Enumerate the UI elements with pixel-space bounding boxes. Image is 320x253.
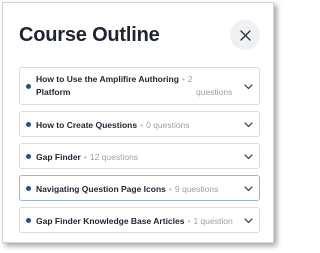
item-bullet [26,186,31,191]
outline-item-count: 9 questions [174,184,219,194]
close-icon [239,29,251,41]
separator: • [181,74,185,84]
outline-item-text: How to Create Questions • 0 questions [36,119,237,131]
outline-item-text: Navigating Question Page Icons • 9 questio… [36,183,237,195]
close-button[interactable] [230,20,260,50]
chevron-down-icon[interactable] [244,82,253,91]
chevron-down-icon[interactable] [244,184,253,193]
item-bullet [26,218,31,223]
chevron-down-icon[interactable] [244,216,253,225]
outline-list: How to Use the Amplifire Authoring • 2 Pla… [19,67,260,239]
outline-item-label-cont: Platform [36,87,71,97]
outline-item-count: 2 [187,74,193,84]
item-bullet [26,84,31,89]
outline-item-text-line2: Platform questions [36,86,237,98]
outline-item[interactable]: Navigating Question Page Icons • 9 questio… [19,175,260,201]
separator: • [168,184,172,194]
outline-item[interactable]: Gap Finder Knowledge Base Articles • 1 que… [19,207,260,233]
outline-item-label: Gap Finder [36,152,81,162]
outline-item-label: How to Create Questions [36,120,138,130]
outline-item-count: 0 questions [146,120,190,130]
outline-item[interactable]: Gap Finder • 12 questions [19,143,260,169]
separator: • [83,152,87,162]
course-outline-dialog: Course Outline How to Use the Amplifire … [2,2,274,243]
item-bullet [26,122,31,127]
outline-item-text: How to Use the Amplifire Authoring • 2 [36,73,237,85]
dialog-title: Course Outline [19,24,160,46]
outline-item[interactable]: How to Create Questions • 0 questions [19,111,260,137]
outline-item-text: Gap Finder • 12 questions [36,151,237,163]
outline-item-count: 1 question [193,216,233,226]
outline-item-count-cont: questions [196,87,233,97]
outline-item[interactable]: How to Use the Amplifire Authoring • 2 Pla… [19,67,260,105]
outline-item-label: Gap Finder Knowledge Base Articles [36,216,185,226]
separator: • [140,120,144,130]
outline-item-text: Gap Finder Knowledge Base Articles • 1 que… [36,215,237,227]
outline-item-label: How to Use the Amplifire Authoring [36,74,179,84]
outline-item-label: Navigating Question Page Icons [36,184,166,194]
chevron-down-icon[interactable] [244,152,253,161]
chevron-down-icon[interactable] [244,120,253,129]
item-bullet [26,154,31,159]
separator: • [187,216,191,226]
outline-item-count: 12 questions [89,152,139,162]
